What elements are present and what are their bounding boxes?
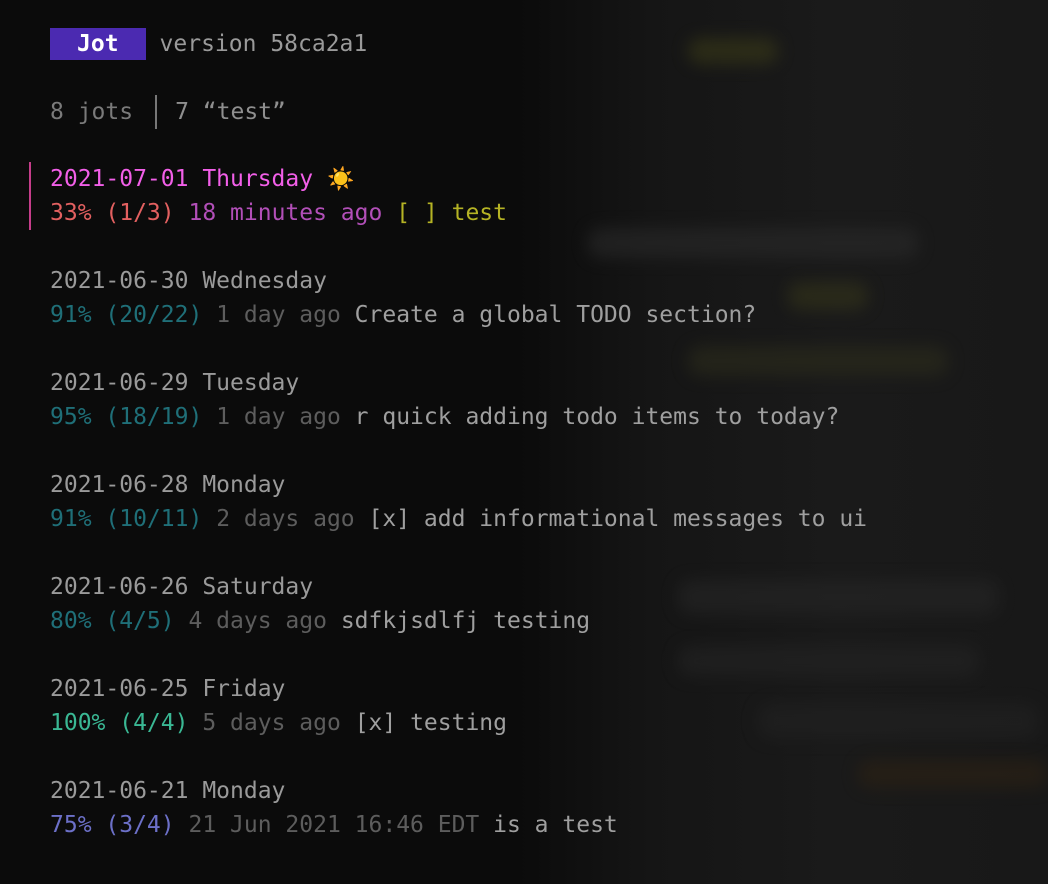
jot-item-selected[interactable]: 2021-07-01 Thursday ☀️ 33% (1/3) 18 minu… xyxy=(29,162,1048,230)
jot-summary: sdfkjsdlfj testing xyxy=(340,608,591,634)
jot-time-ago: 18 minutes ago xyxy=(188,200,383,226)
jot-date-line: 2021-06-25 Friday xyxy=(50,672,1048,706)
jot-item[interactable]: 2021-06-25 Friday 100% (4/4) 5 days ago … xyxy=(50,672,1048,740)
jot-time-ago: 5 days ago xyxy=(202,710,341,736)
jot-time-ago: 1 day ago xyxy=(216,404,341,430)
jot-date-line: 2021-06-29 Tuesday xyxy=(50,366,1048,400)
jot-time-ago: 4 days ago xyxy=(188,608,327,634)
jot-item[interactable]: 2021-06-29 Tuesday 95% (18/19) 1 day ago… xyxy=(50,366,1048,434)
jot-detail-line: 33% (1/3) 18 minutes ago [ ] test xyxy=(50,196,1048,230)
jot-detail-line: 95% (18/19) 1 day ago r quick adding tod… xyxy=(50,400,1048,434)
jot-date-line: 2021-06-28 Monday xyxy=(50,468,1048,502)
jot-summary: r quick adding todo items to today? xyxy=(354,404,840,430)
app-header: Jot version 58ca2a1 xyxy=(50,28,1048,60)
stats-bar: 8 jots 7 “test” xyxy=(50,95,1048,129)
jot-detail-line: 75% (3/4) 21 Jun 2021 16:46 EDT is a tes… xyxy=(50,808,1048,842)
jot-item[interactable]: 2021-06-30 Wednesday 91% (20/22) 1 day a… xyxy=(50,264,1048,332)
jot-detail-line: 100% (4/4) 5 days ago [x] testing xyxy=(50,706,1048,740)
jot-item[interactable]: 2021-06-28 Monday 91% (10/11) 2 days ago… xyxy=(50,468,1048,536)
filter-result-count: 7 “test” xyxy=(175,99,286,125)
jot-date: 2021-06-30 Wednesday xyxy=(50,268,327,294)
progress-percent: 91% (10/11) xyxy=(50,506,203,532)
jot-time-ago: 2 days ago xyxy=(216,506,355,532)
jot-date: 2021-06-21 Monday xyxy=(50,778,286,804)
jot-time-ago: 1 day ago xyxy=(216,302,341,328)
jot-date: 2021-06-25 Friday xyxy=(50,676,286,702)
jot-count: 8 jots xyxy=(50,99,134,125)
jot-date-line: 2021-06-26 Saturday xyxy=(50,570,1048,604)
version-label: version 58ca2a1 xyxy=(159,31,368,57)
jot-time-ago: 21 Jun 2021 16:46 EDT xyxy=(188,812,480,838)
sun-icon: ☀️ xyxy=(326,167,355,192)
jot-list: 2021-07-01 Thursday ☀️ 33% (1/3) 18 minu… xyxy=(29,162,1048,842)
jot-summary: [x] testing xyxy=(354,710,508,736)
progress-percent: 75% (3/4) xyxy=(50,812,175,838)
jot-item[interactable]: 2021-06-21 Monday 75% (3/4) 21 Jun 2021 … xyxy=(50,774,1048,842)
jot-date: 2021-06-29 Tuesday xyxy=(50,370,300,396)
jot-date: 2021-06-28 Monday xyxy=(50,472,286,498)
jot-summary: Create a global TODO section? xyxy=(354,302,757,328)
progress-percent: 95% (18/19) xyxy=(50,404,203,430)
stats-divider xyxy=(155,95,158,129)
jot-date: 2021-07-01 Thursday xyxy=(50,166,314,192)
jot-summary: [ ] test xyxy=(396,200,507,226)
progress-percent: 33% (1/3) xyxy=(50,200,175,226)
progress-percent: 100% (4/4) xyxy=(50,710,189,736)
jot-item[interactable]: 2021-06-26 Saturday 80% (4/5) 4 days ago… xyxy=(50,570,1048,638)
jot-detail-line: 80% (4/5) 4 days ago sdfkjsdlfj testing xyxy=(50,604,1048,638)
app-name-badge: Jot xyxy=(50,28,146,60)
jot-date-line: 2021-07-01 Thursday ☀️ xyxy=(50,162,1048,196)
jot-date-line: 2021-06-30 Wednesday xyxy=(50,264,1048,298)
jot-terminal-screen: Jot version 58ca2a1 8 jots 7 “test” 2021… xyxy=(29,28,1048,876)
jot-detail-line: 91% (20/22) 1 day ago Create a global TO… xyxy=(50,298,1048,332)
progress-percent: 80% (4/5) xyxy=(50,608,175,634)
jot-detail-line: 91% (10/11) 2 days ago [x] add informati… xyxy=(50,502,1048,536)
jot-summary: [x] add informational messages to ui xyxy=(368,506,868,532)
progress-percent: 91% (20/22) xyxy=(50,302,203,328)
jot-summary: is a test xyxy=(493,812,618,838)
jot-date-line: 2021-06-21 Monday xyxy=(50,774,1048,808)
jot-date: 2021-06-26 Saturday xyxy=(50,574,314,600)
